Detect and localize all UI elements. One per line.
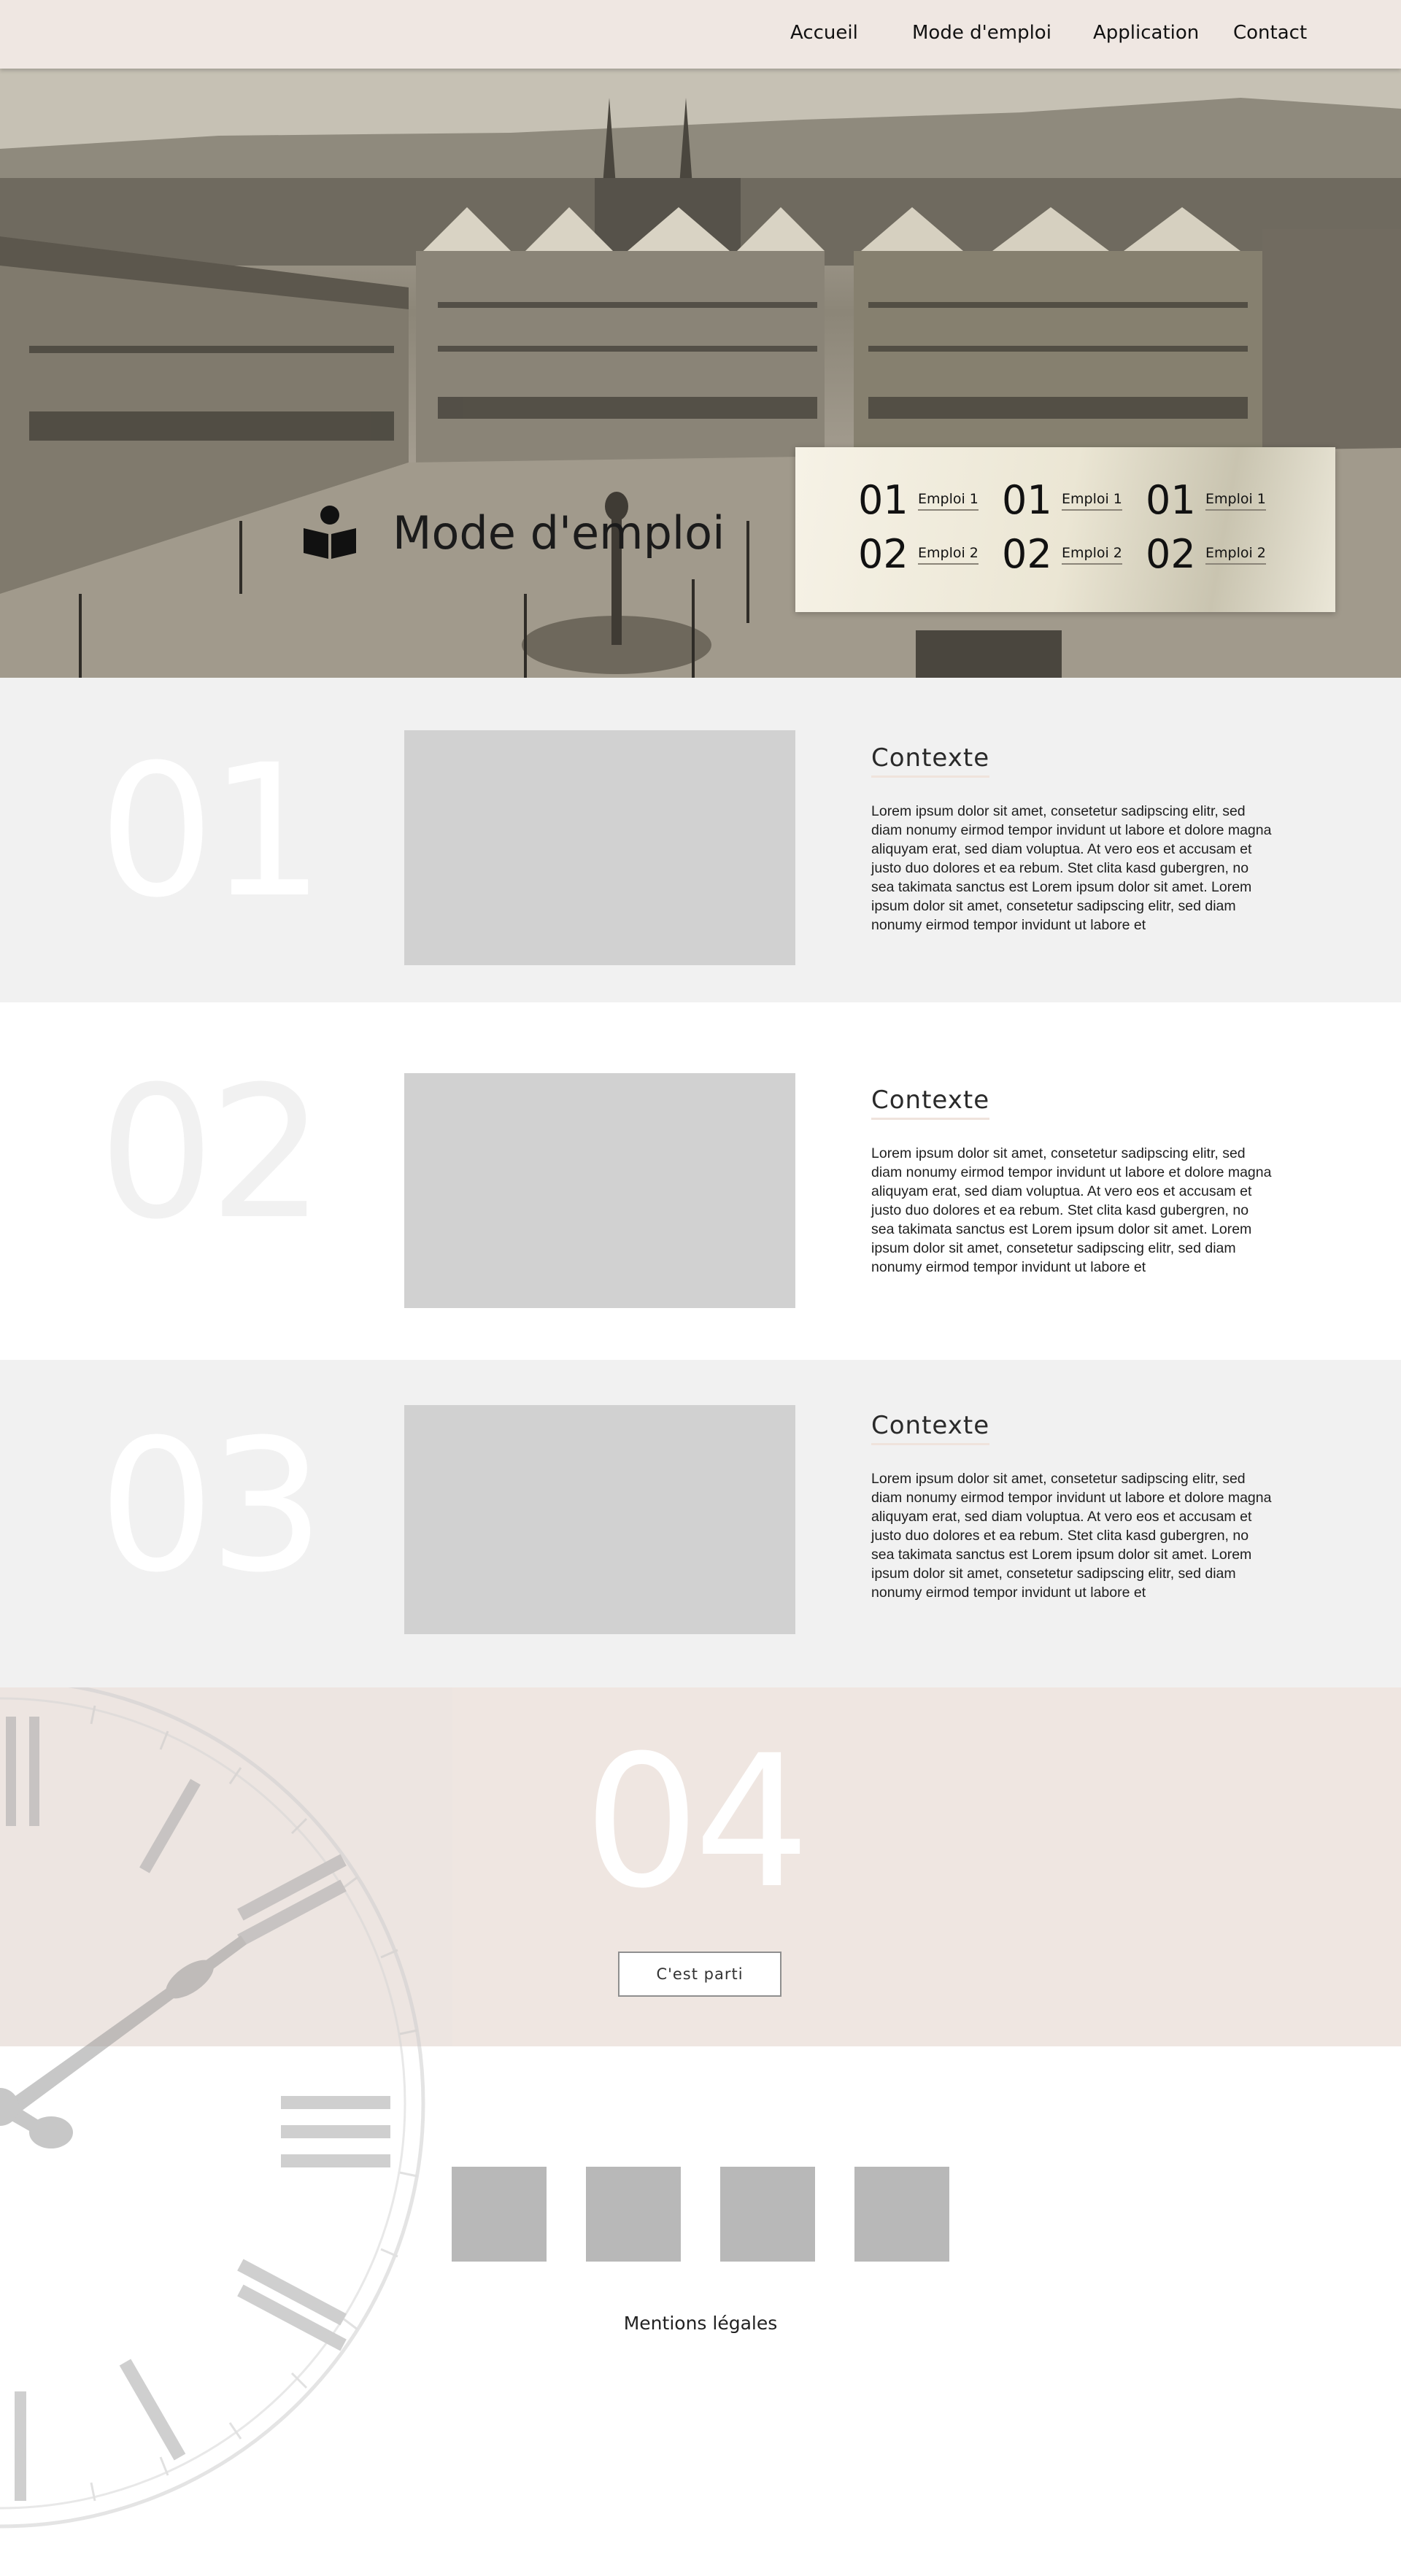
- section-03: 03 Contexte Lorem ipsum dolor sit amet, …: [0, 1360, 1401, 1687]
- quick-link-number: 02: [1002, 531, 1052, 577]
- section-number: 01: [99, 725, 325, 937]
- section-title: Contexte: [871, 1086, 990, 1120]
- quick-link-label: Emploi 2: [918, 545, 979, 565]
- section-number: 03: [99, 1400, 325, 1612]
- legal-notice-link[interactable]: Mentions légales: [0, 2313, 1401, 2334]
- quick-link-number: 02: [858, 531, 908, 577]
- section-title: Contexte: [871, 743, 990, 778]
- quick-link-number: 01: [858, 477, 908, 523]
- start-button[interactable]: C'est parti: [618, 1952, 781, 1997]
- section-body-text: Lorem ipsum dolor sit amet, consetetur s…: [871, 1145, 1272, 1275]
- nav-link-mode-emploi[interactable]: Mode d'emploi: [912, 22, 1051, 44]
- quick-link-label: Emploi 1: [1205, 491, 1266, 511]
- nav-link-application[interactable]: Application: [1093, 22, 1199, 44]
- quick-link-label: Emploi 1: [1062, 491, 1122, 511]
- page-title: Mode d'emploi: [393, 506, 725, 560]
- quick-link-label: Emploi 2: [1205, 545, 1266, 565]
- quick-link-3-1[interactable]: 01 Emploi 1: [1146, 481, 1266, 520]
- quick-link-1-1[interactable]: 01 Emploi 1: [858, 481, 979, 520]
- section-body-text: Lorem ipsum dolor sit amet, consetetur s…: [871, 1471, 1272, 1601]
- section-body-text: Lorem ipsum dolor sit amet, consetetur s…: [871, 803, 1272, 933]
- section-image-placeholder: [404, 1073, 795, 1308]
- quick-links-panel: 01 Emploi 1 02 Emploi 2 01 Emploi 1 02 E…: [795, 447, 1335, 612]
- quick-link-number: 01: [1146, 477, 1196, 523]
- section-image-placeholder: [404, 1405, 795, 1634]
- top-navigation: Accueil Mode d'emploi Application Contac…: [0, 0, 1401, 69]
- hero-banner: Mode d'emploi 01 Emploi 1 02 Emploi 2 01…: [0, 69, 1401, 678]
- nav-link-accueil[interactable]: Accueil: [790, 22, 858, 44]
- quick-link-2-2[interactable]: 02 Emploi 2: [1002, 535, 1122, 574]
- quick-link-number: 01: [1002, 477, 1052, 523]
- section-title: Contexte: [871, 1411, 990, 1445]
- quick-link-2-1[interactable]: 01 Emploi 1: [1002, 481, 1122, 520]
- cta-number: 04: [584, 1716, 810, 1928]
- quick-link-label: Emploi 1: [918, 491, 979, 511]
- section-image-placeholder: [404, 730, 795, 965]
- social-icon-3[interactable]: [720, 2167, 815, 2262]
- quick-link-3-2[interactable]: 02 Emploi 2: [1146, 535, 1266, 574]
- section-01: 01 Contexte Lorem ipsum dolor sit amet, …: [0, 678, 1401, 1002]
- social-icon-2[interactable]: [586, 2167, 681, 2262]
- section-02: 02 Contexte Lorem ipsum dolor sit amet, …: [0, 1002, 1401, 1360]
- social-icon-4[interactable]: [854, 2167, 949, 2262]
- quick-link-number: 02: [1146, 531, 1196, 577]
- section-number: 02: [99, 1047, 325, 1259]
- quick-link-1-2[interactable]: 02 Emploi 2: [858, 535, 979, 574]
- nav-link-contact[interactable]: Contact: [1233, 22, 1307, 44]
- social-icon-1[interactable]: [452, 2167, 547, 2262]
- quick-link-label: Emploi 2: [1062, 545, 1122, 565]
- cta-left-panel: [0, 1687, 452, 2046]
